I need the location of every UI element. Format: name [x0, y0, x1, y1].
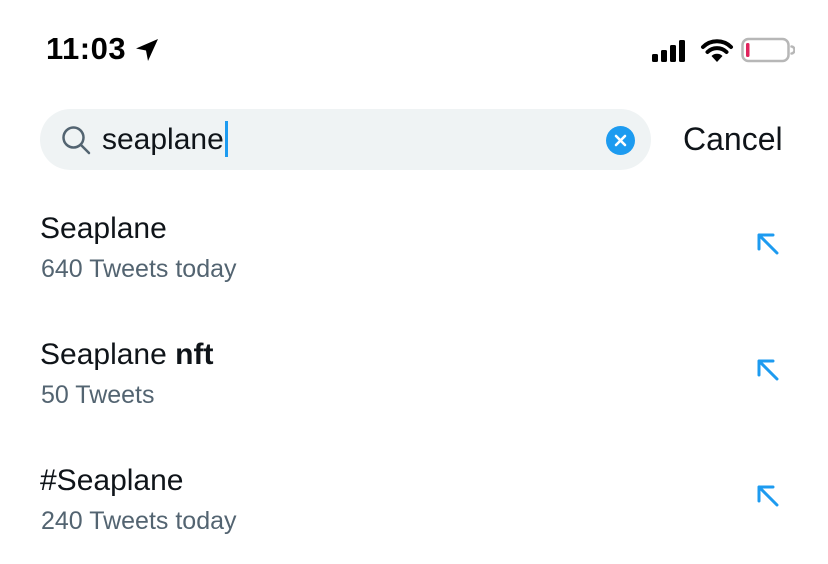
arrow-up-left-icon[interactable] — [753, 355, 783, 385]
clear-circle-icon[interactable] — [606, 126, 635, 155]
arrow-up-left-icon[interactable] — [753, 229, 783, 259]
suggestion-title: Seaplane nft — [40, 338, 214, 371]
search-suggestion[interactable]: #Seaplane 240 Tweets today — [0, 464, 828, 564]
status-bar: 11:03 — [0, 0, 828, 100]
search-icon — [62, 126, 91, 155]
location-arrow-icon — [136, 39, 158, 61]
status-time: 11:03 — [46, 31, 127, 66]
suggestion-title: #Seaplane — [40, 464, 184, 497]
wifi-icon — [701, 39, 733, 62]
arrow-up-left-icon[interactable] — [753, 481, 783, 511]
battery-low-icon — [741, 37, 795, 63]
search-query: seaplane — [102, 123, 224, 156]
search-screen: 11:03 seaplane Cancel Seaplane 640 Tweet… — [0, 0, 828, 564]
suggestion-subtitle: 240 Tweets today — [41, 507, 237, 535]
cancel-button[interactable]: Cancel — [683, 121, 783, 158]
search-bar[interactable]: seaplane — [40, 109, 651, 170]
search-input[interactable]: seaplane — [102, 121, 228, 159]
cellular-signal-icon — [652, 40, 685, 62]
text-caret — [224, 121, 228, 158]
suggestion-subtitle: 50 Tweets — [41, 381, 155, 409]
suggestion-title: Seaplane — [40, 212, 167, 245]
search-suggestion[interactable]: Seaplane 640 Tweets today — [0, 212, 828, 332]
suggestion-subtitle: 640 Tweets today — [41, 255, 237, 283]
search-suggestion[interactable]: Seaplane nft 50 Tweets — [0, 338, 828, 458]
